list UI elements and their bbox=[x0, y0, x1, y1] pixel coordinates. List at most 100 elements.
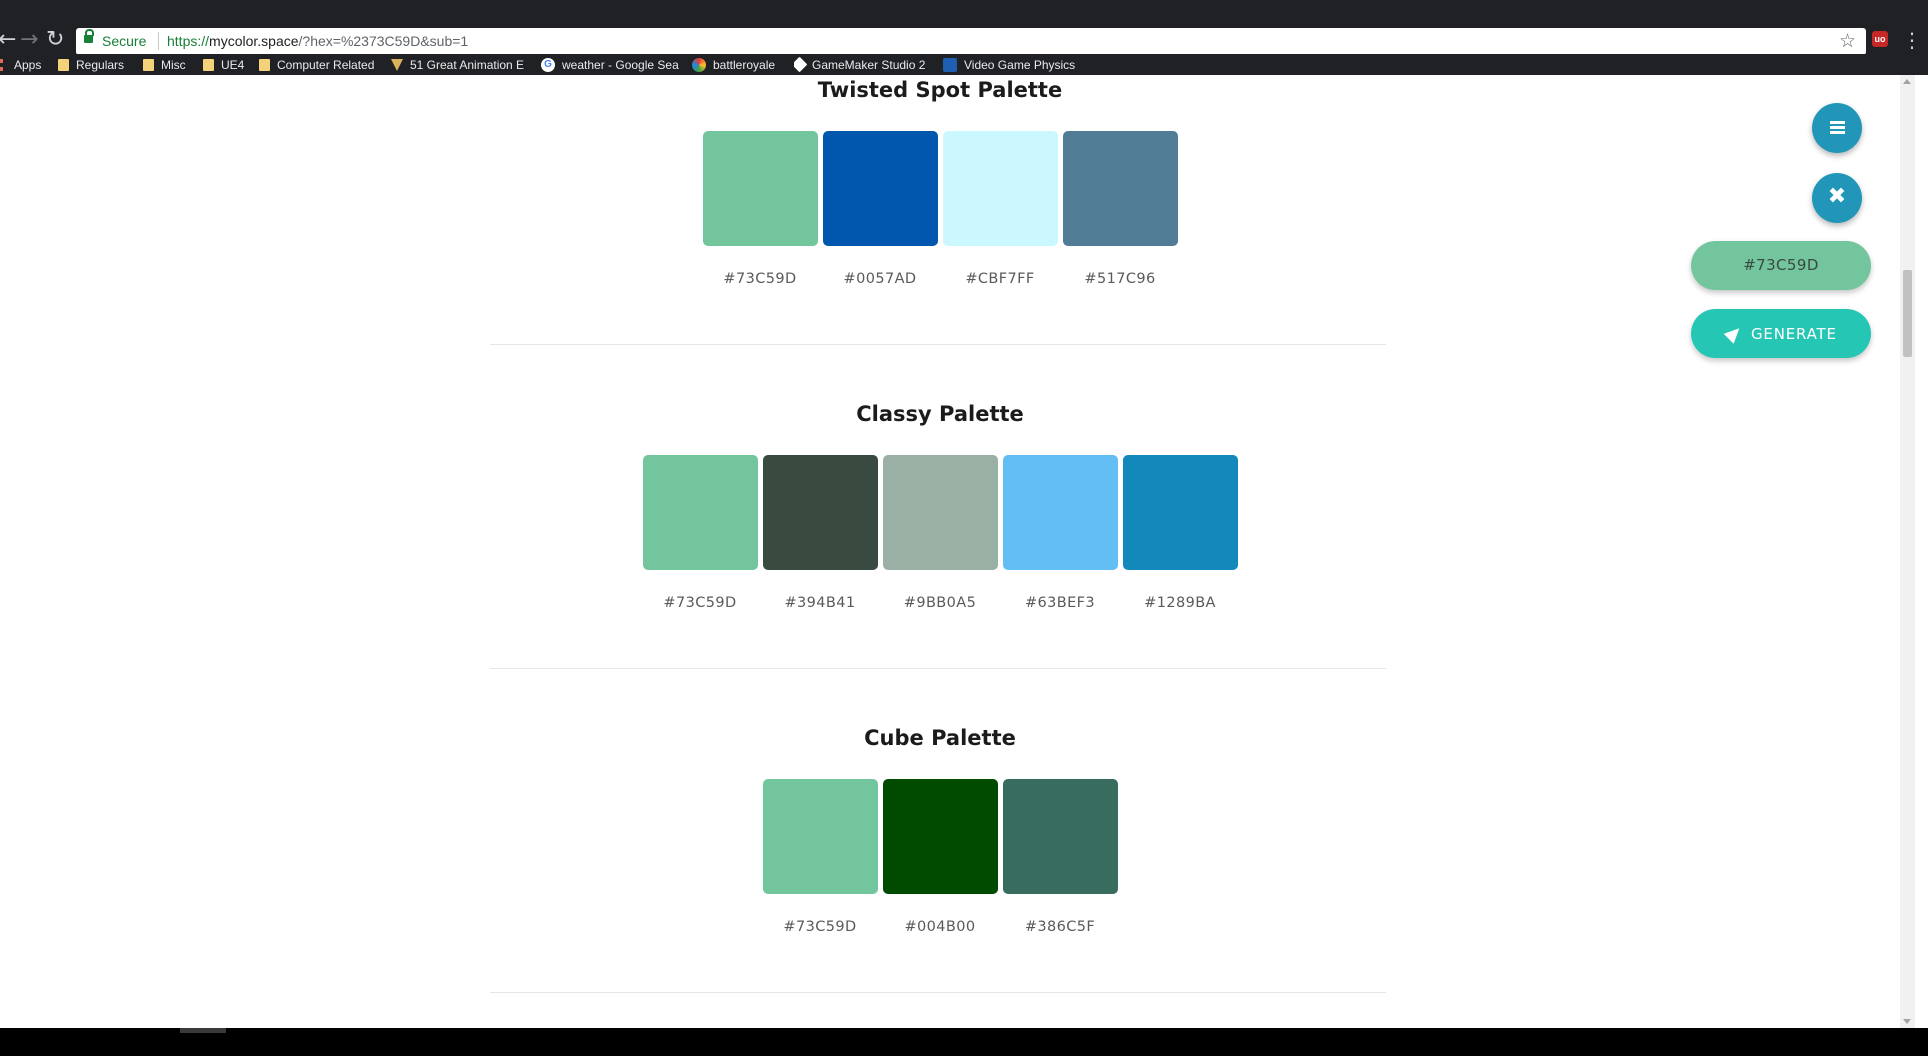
bookmark-label: 51 Great Animation E bbox=[410, 57, 525, 72]
color-swatch[interactable] bbox=[1122, 455, 1238, 570]
bookmark-label: Apps bbox=[14, 57, 42, 72]
bookmark-label: Regulars bbox=[76, 57, 125, 72]
folder-icon bbox=[203, 58, 214, 71]
color-code[interactable]: #004B00 bbox=[883, 919, 998, 935]
bookmark-label: battleroyale bbox=[713, 57, 776, 72]
generate-label: GENERATE bbox=[1751, 325, 1837, 343]
bookmark-label: Computer Related bbox=[277, 57, 375, 72]
color-swatch[interactable] bbox=[942, 131, 1058, 246]
color-swatch[interactable] bbox=[882, 455, 998, 570]
address-bar[interactable]: Secure https://mycolor.space/?hex=%2373C… bbox=[76, 28, 1866, 55]
color-code[interactable]: #63BEF3 bbox=[1003, 595, 1118, 611]
physics-icon bbox=[943, 57, 957, 72]
palette-title: Twisted Spot Palette bbox=[817, 78, 1063, 102]
url-host: mycolor.space bbox=[209, 33, 299, 49]
bookmark-label: Misc bbox=[161, 57, 186, 72]
taskbar bbox=[0, 1028, 1928, 1056]
bookmark-gamemaker[interactable]: GameMaker Studio 2 bbox=[794, 56, 930, 73]
color-code[interactable]: #73C59D bbox=[763, 919, 878, 935]
rocket-icon bbox=[1723, 323, 1745, 344]
hamburger-icon bbox=[1830, 121, 1845, 124]
color-swatch[interactable] bbox=[762, 779, 878, 894]
palette-title: Cube Palette bbox=[864, 726, 1016, 750]
color-code[interactable]: #1289BA bbox=[1123, 595, 1238, 611]
generate-button[interactable]: GENERATE bbox=[1691, 309, 1871, 358]
gamemaker-icon bbox=[794, 56, 808, 73]
color-swatch[interactable] bbox=[762, 455, 878, 570]
folder-icon bbox=[143, 58, 154, 71]
bookmark-label: Video Game Physics bbox=[964, 57, 1076, 72]
color-code[interactable]: #73C59D bbox=[643, 595, 758, 611]
google-icon: G bbox=[541, 57, 555, 72]
folder-icon bbox=[58, 58, 69, 71]
window-top-strip bbox=[0, 0, 1928, 12]
url-separator bbox=[158, 32, 159, 50]
color-code[interactable]: #9BB0A5 bbox=[883, 595, 998, 611]
browser-menu-icon[interactable]: ⋮ bbox=[1902, 28, 1922, 52]
forward-arrow-icon[interactable]: → bbox=[20, 29, 38, 51]
color-swatch[interactable] bbox=[882, 779, 998, 894]
url-scheme: https:// bbox=[167, 33, 210, 49]
bookmarks-bar: Apps Regulars Misc UE4 Computer Related … bbox=[0, 54, 1928, 75]
bookmark-label: weather - Google Sea bbox=[562, 57, 679, 72]
hourglass-icon bbox=[391, 58, 403, 71]
menu-button[interactable] bbox=[1812, 103, 1862, 153]
color-code[interactable]: #394B41 bbox=[763, 595, 878, 611]
scroll-up-arrow-icon[interactable] bbox=[1903, 79, 1911, 84]
bookmark-weather[interactable]: G weather - Google Sea bbox=[541, 56, 679, 73]
section-divider bbox=[490, 668, 1386, 669]
palette-codes: #73C59D #004B00 #386C5F bbox=[0, 919, 1880, 935]
color-swatch[interactable] bbox=[1062, 131, 1178, 246]
palette-swatches bbox=[0, 779, 1880, 894]
color-swatch[interactable] bbox=[822, 131, 938, 246]
bookmark-video-game-physics[interactable]: Video Game Physics bbox=[943, 56, 1085, 73]
palette-title: Classy Palette bbox=[856, 402, 1024, 426]
back-arrow-icon[interactable]: ← bbox=[0, 29, 16, 51]
bookmark-misc[interactable]: Misc bbox=[143, 56, 186, 73]
color-input-button[interactable]: #73C59D bbox=[1691, 241, 1871, 290]
page-content: Twisted Spot Palette #73C59D #0057AD #CB… bbox=[0, 75, 1900, 1028]
color-code[interactable]: #73C59D bbox=[703, 271, 818, 287]
apps-icon bbox=[0, 58, 7, 71]
bookmark-computer-related[interactable]: Computer Related bbox=[259, 56, 374, 73]
section-divider bbox=[490, 992, 1386, 993]
bookmark-apps[interactable]: Apps bbox=[0, 56, 41, 73]
bookmark-label: UE4 bbox=[221, 57, 245, 72]
current-color-value: #73C59D bbox=[1743, 256, 1819, 274]
section-divider bbox=[490, 344, 1386, 345]
color-code[interactable]: #CBF7FF bbox=[943, 271, 1058, 287]
battleroyale-icon bbox=[692, 57, 706, 72]
url-text[interactable]: https://mycolor.space/?hex=%2373C59D&sub… bbox=[167, 33, 468, 49]
bookmark-great-animation[interactable]: 51 Great Animation E bbox=[391, 56, 525, 73]
color-code[interactable]: #386C5F bbox=[1003, 919, 1118, 935]
color-code[interactable]: #517C96 bbox=[1063, 271, 1178, 287]
lock-icon bbox=[84, 29, 94, 43]
scroll-down-arrow-icon[interactable] bbox=[1903, 1019, 1911, 1024]
secure-label: Secure bbox=[102, 33, 147, 49]
palette-swatches bbox=[0, 131, 1880, 246]
color-code[interactable]: #0057AD bbox=[823, 271, 938, 287]
color-swatch[interactable] bbox=[1002, 455, 1118, 570]
bookmark-regulars[interactable]: Regulars bbox=[58, 56, 124, 73]
bookmark-star-icon[interactable]: ☆ bbox=[1839, 30, 1856, 52]
bookmark-ue4[interactable]: UE4 bbox=[203, 56, 244, 73]
close-icon: ✖ bbox=[1827, 184, 1847, 209]
window-edge bbox=[1915, 75, 1928, 1028]
palette-codes: #73C59D #394B41 #9BB0A5 #63BEF3 #1289BA bbox=[0, 595, 1880, 611]
color-swatch[interactable] bbox=[702, 131, 818, 246]
extension-icon[interactable]: uo bbox=[1872, 31, 1888, 47]
vertical-scrollbar[interactable] bbox=[1900, 75, 1915, 1028]
folder-icon bbox=[259, 58, 270, 71]
browser-toolbar: ← → ↻ Secure https://mycolor.space/?hex=… bbox=[0, 12, 1928, 55]
color-swatch[interactable] bbox=[1002, 779, 1118, 894]
palette-codes: #73C59D #0057AD #CBF7FF #517C96 bbox=[0, 271, 1880, 287]
bookmark-battleroyale[interactable]: battleroyale bbox=[692, 56, 775, 73]
reload-icon[interactable]: ↻ bbox=[46, 29, 64, 51]
close-button[interactable]: ✖ bbox=[1812, 173, 1862, 223]
palette-swatches bbox=[0, 455, 1880, 570]
bookmark-label: GameMaker Studio 2 bbox=[812, 57, 926, 72]
url-query: /?hex=%2373C59D&sub=1 bbox=[298, 33, 469, 49]
color-swatch[interactable] bbox=[642, 455, 758, 570]
scrollbar-thumb[interactable] bbox=[1903, 270, 1912, 357]
taskbar-item[interactable] bbox=[180, 1028, 226, 1033]
